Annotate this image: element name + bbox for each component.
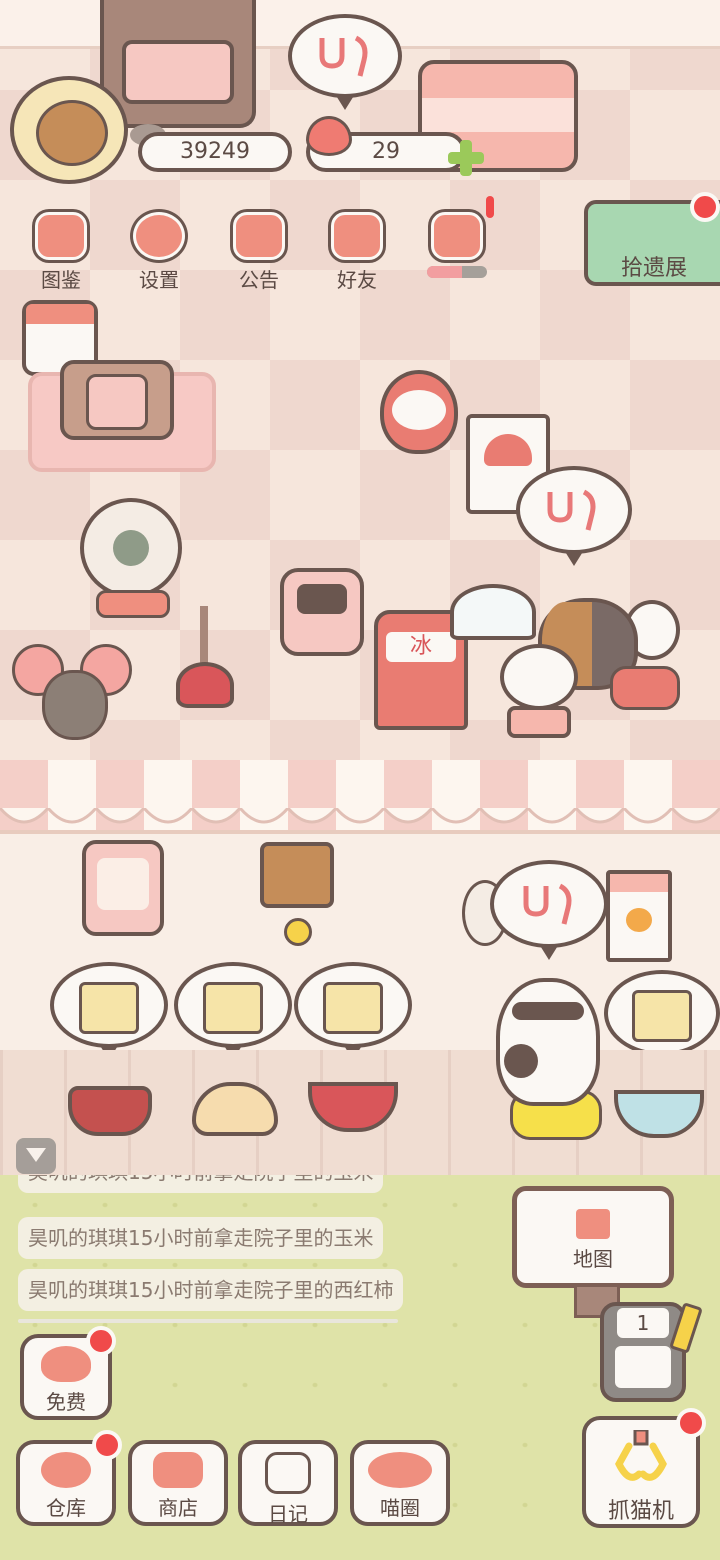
paw-banner	[606, 870, 672, 962]
warehouse-notification-badge	[92, 1430, 122, 1460]
feed-divider	[18, 1319, 398, 1323]
birdhouse	[260, 842, 334, 908]
diary-icon	[265, 1452, 311, 1494]
top-menu-collection[interactable]: 图鉴	[18, 212, 104, 293]
telephone-furniture	[60, 360, 174, 440]
collapse-toggle-button[interactable]	[16, 1138, 56, 1174]
plunger-item	[200, 606, 208, 670]
food-bag-bubble-2[interactable]	[174, 962, 292, 1060]
slot-machine-button[interactable]: 1	[600, 1302, 686, 1402]
broken-heart-icon	[431, 212, 483, 260]
food-bag-bubble-3[interactable]	[294, 962, 412, 1060]
hungry-bubble-porch[interactable]	[490, 860, 608, 960]
bottom-menu-label: 日记	[268, 1502, 308, 1526]
cat-circle-button[interactable]: 喵圈	[350, 1440, 450, 1526]
utensils-icon	[523, 883, 572, 925]
top-menu-label: 图鉴	[41, 268, 81, 292]
exhibit-label: 拾遗展	[620, 256, 687, 281]
plunger-cup	[176, 662, 234, 708]
claw-icon	[615, 1428, 667, 1481]
claw-notification-badge	[676, 1408, 706, 1438]
utensils-icon	[319, 35, 368, 77]
sunglasses-icon	[512, 1002, 584, 1020]
fish-count: 39249	[138, 132, 292, 172]
activity-feed: 昊叽的琪琪15小时前拿走院子里的玉米 昊叽的琪琪15小时前拿走院子里的玉米 昊叽…	[0, 1175, 420, 1325]
top-menu-label: 设置	[139, 268, 179, 292]
paw-icon	[626, 908, 652, 932]
bottom-menu-label: 喵圈	[380, 1496, 420, 1520]
chevron-down-icon	[26, 1148, 46, 1162]
utensils-icon	[547, 489, 596, 531]
gift-icon	[233, 212, 285, 260]
top-menu-label: 好友	[337, 268, 377, 292]
bottom-menu-label: 仓库	[46, 1496, 86, 1520]
food-bag-icon	[632, 990, 692, 1042]
feed-item: 昊叽的琪琪15小时前拿走院子里的玉米	[18, 1217, 384, 1259]
cat-head-icon	[35, 212, 87, 260]
hungry-bubble-mid[interactable]	[516, 466, 632, 566]
awning-scallops	[0, 808, 720, 824]
electric-fan	[80, 498, 182, 598]
hungry-bubble-top[interactable]	[288, 14, 402, 110]
bottom-menu-label: 商店	[158, 1496, 198, 1520]
map-label: 地图	[573, 1247, 613, 1271]
warehouse-icon	[41, 1452, 91, 1488]
gacha-machine	[500, 644, 578, 740]
top-menu-heartbreak[interactable]	[414, 212, 500, 278]
shop-button[interactable]: 商店	[128, 1440, 228, 1526]
food-bag-icon	[323, 982, 383, 1034]
bell-decoration	[284, 918, 312, 946]
rice-cooker	[280, 568, 364, 656]
diary-button[interactable]: 日记	[238, 1440, 338, 1526]
exhibit-notification-badge	[690, 192, 720, 222]
feed-item: 昊叽的琪琪15小时前拿走院子里的西红柿	[18, 1269, 404, 1311]
top-menu-settings[interactable]: 设置	[116, 212, 202, 293]
room-scene: 39249 29 图鉴 设置 公告 好友 拾遗展 冰	[0, 0, 720, 760]
feed-item: 昊叽的琪琪15小时前拿走院子里的玉米	[18, 1175, 384, 1193]
heart-icon	[41, 1346, 91, 1382]
cat-planet-icon	[368, 1452, 432, 1488]
food-bag-bubble-1[interactable]	[50, 962, 168, 1060]
slot-count: 1	[617, 1308, 669, 1338]
food-bag-icon	[203, 982, 263, 1034]
food-bowl-1[interactable]	[68, 1086, 152, 1136]
strawberry-cushion	[610, 666, 680, 710]
house-icon	[576, 1209, 610, 1239]
avatar-cat-face	[36, 100, 108, 166]
claw-label: 抓猫机	[607, 1499, 674, 1524]
food-bag-bubble-4[interactable]	[604, 970, 720, 1068]
food-bag-icon	[79, 982, 139, 1034]
umbrella-decoration	[450, 584, 536, 640]
sunglasses-cat[interactable]	[496, 978, 600, 1106]
free-label: 免费	[46, 1390, 86, 1414]
free-notification-badge	[86, 1326, 116, 1356]
shop-icon	[153, 1452, 203, 1488]
gear-icon	[133, 212, 185, 260]
top-menu-label: 公告	[239, 268, 279, 292]
heartbreak-meter	[427, 266, 487, 278]
mouse-visitor[interactable]	[12, 644, 132, 748]
top-menu-friends[interactable]: 好友	[314, 212, 400, 293]
fan-base	[96, 590, 170, 618]
photo-frame	[82, 840, 164, 936]
friends-icon	[331, 212, 383, 260]
map-button[interactable]: 地图	[512, 1186, 674, 1288]
heartbreak-alert-icon	[486, 196, 494, 218]
daruma-owl-toy	[380, 370, 458, 454]
add-hearts-button[interactable]	[448, 140, 484, 176]
top-menu-announcement[interactable]: 公告	[216, 212, 302, 293]
heart-icon	[306, 116, 352, 156]
player-avatar[interactable]	[10, 76, 128, 184]
